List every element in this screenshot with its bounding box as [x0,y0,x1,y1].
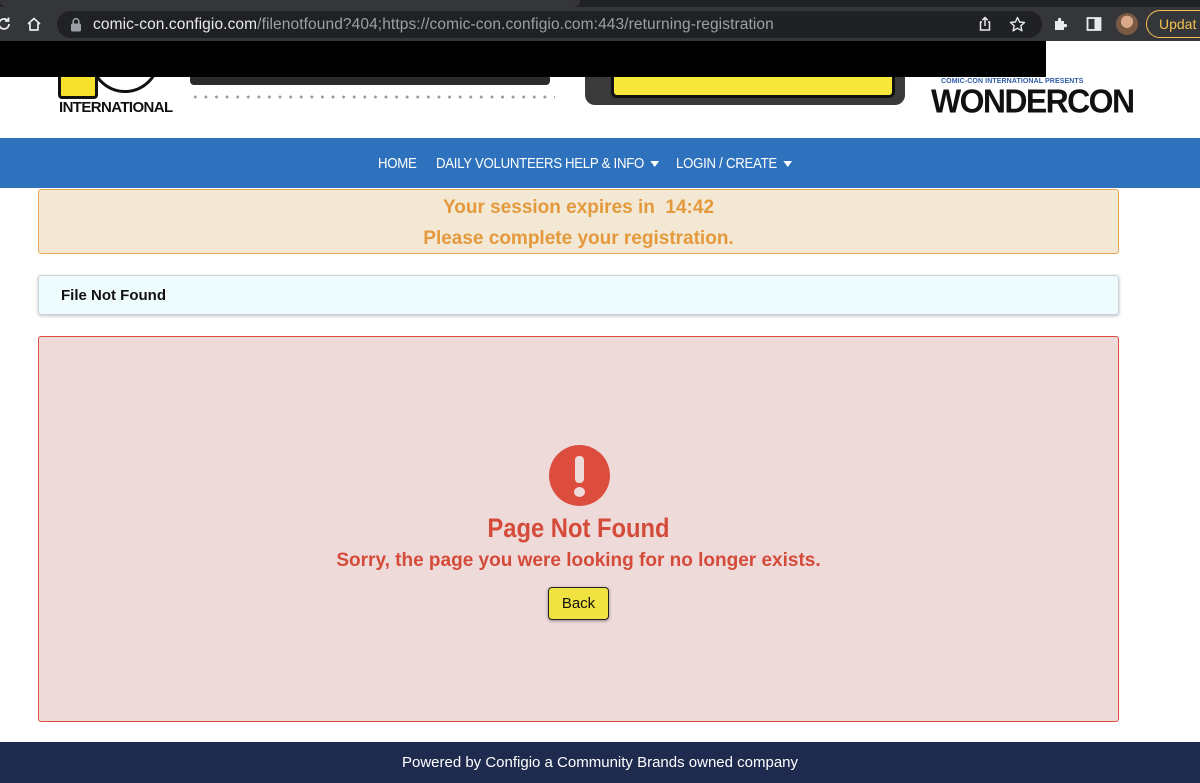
url-host: comic-con.configio.com [93,16,258,33]
update-button-label: Updat [1159,16,1197,32]
browser-tab-strip [0,0,1200,7]
exclamation-bar [575,456,584,483]
dotted-divider [190,94,555,100]
portal-logo [585,77,905,105]
error-title: Page Not Found [39,513,1118,544]
profile-avatar[interactable] [1116,13,1138,35]
error-panel: Page Not Found Sorry, the page you were … [38,336,1119,722]
extensions-puzzle-icon[interactable] [1050,14,1070,34]
file-not-found-panel: File Not Found [38,275,1119,315]
member-id-logo [190,77,550,85]
nav-daily-volunteers-label: DAILY VOLUNTEERS [436,155,562,172]
nav-help-info[interactable]: HELP & INFO [565,155,659,172]
footer-text: Powered by Configio a Community Brands o… [401,754,799,771]
url-text: comic-con.configio.com/filenotfound?404;… [93,16,774,34]
wondercon-logo[interactable]: WONDERCON [931,82,1135,121]
main-nav: HOME DAILY VOLUNTEERS HELP & INFO LOGIN … [0,138,1200,188]
session-alert: Your session expires in 14:42 Please com… [38,189,1119,254]
back-button[interactable]: Back [548,587,609,620]
comic-con-eye [90,77,160,93]
address-bar[interactable]: comic-con.configio.com/filenotfound?404;… [57,11,1042,38]
caret-down-icon [650,160,659,167]
browser-toolbar: comic-con.configio.com/filenotfound?404;… [0,7,1200,41]
nav-help-info-label: HELP & INFO [565,155,645,172]
active-tab[interactable] [0,0,580,7]
exclamation-icon [549,445,610,506]
error-message: Sorry, the page you were looking for no … [336,550,821,571]
lock-icon[interactable] [69,17,83,32]
nav-login-create-label: LOGIN / CREATE [676,155,777,172]
footer: Powered by Configio a Community Brands o… [0,742,1200,783]
exclamation-dot [574,487,585,497]
caret-down-icon [783,160,792,167]
portal-logo-inner [611,77,895,98]
file-not-found-heading: File Not Found [61,287,166,304]
comic-con-logo[interactable]: INTERNATIONAL [58,77,173,117]
nav-daily-volunteers[interactable]: DAILY VOLUNTEERS [436,155,562,172]
session-instruction-text: Please complete your registration. [423,228,734,249]
session-timer-text: Your session expires in 14:42 [442,197,715,218]
comic-con-emblem [58,77,98,99]
nav-login-create[interactable]: LOGIN / CREATE [676,155,792,172]
bookmark-star-icon[interactable] [1007,14,1027,34]
site-header: INTERNATIONAL COMIC-CON INTERNATIONAL PR… [0,77,1200,138]
share-icon[interactable] [975,14,995,34]
redaction-bar [0,41,1046,77]
comic-con-logo-text: INTERNATIONAL [59,99,173,116]
nav-home-label: HOME [378,155,417,172]
reload-icon[interactable] [0,14,14,34]
home-icon[interactable] [24,14,44,34]
side-panel-icon[interactable] [1084,14,1104,34]
error-title-text: Page Not Found [487,513,670,543]
update-button[interactable]: Updat [1146,10,1200,38]
back-button-label: Back [561,595,596,612]
nav-home[interactable]: HOME [378,155,417,172]
url-path: /filenotfound?404;https://comic-con.conf… [257,16,774,33]
